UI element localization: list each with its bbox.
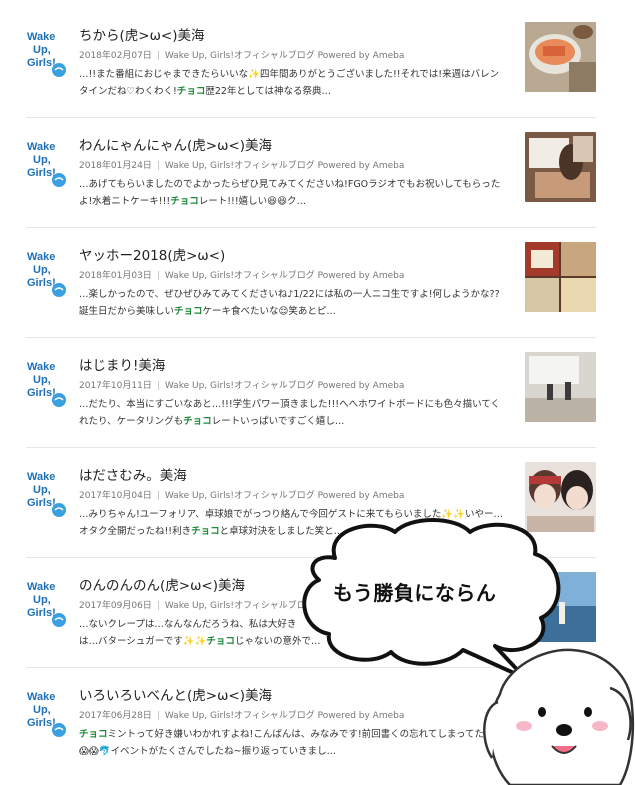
entry-title[interactable]: のんのんのん(虎>ω<)美海 — [79, 574, 245, 594]
svg-text:Girls!: Girls! — [27, 497, 56, 509]
svg-text:Wake: Wake — [27, 581, 55, 593]
svg-text:Up,: Up, — [33, 264, 51, 276]
entry-meta: 2018年01月03日 | Wake Up, Girls!オフィシャルブログ Pow… — [79, 271, 405, 281]
svg-text:Wake: Wake — [27, 691, 55, 703]
wug-logo-icon: Wake Up, Girls! — [26, 686, 70, 740]
entry-title[interactable]: ヤッホー2018(虎>ω<) — [79, 244, 225, 264]
svg-text:Girls!: Girls! — [27, 277, 56, 289]
wug-logo-icon: Wake Up, Girls! — [26, 136, 70, 190]
entry-thumbnail[interactable] — [525, 132, 596, 202]
entry-blog-name[interactable]: Wake Up, Girls!オフィシャルブログ Powered by Ameb… — [165, 51, 405, 61]
entry-blog-name[interactable]: Wake Up, Girls!オフィシャルブログ Powered by Ameb… — [165, 381, 405, 391]
entry-meta: 2018年02月07日 | Wake Up, Girls!オフィシャルブログ Pow… — [79, 51, 405, 61]
entry-title[interactable]: ちから(虎>ω<)美海 — [79, 24, 204, 44]
entry-thumbnail[interactable] — [525, 22, 596, 92]
svg-text:Girls!: Girls! — [27, 387, 56, 399]
wug-logo-icon: Wake Up, Girls! — [26, 246, 70, 300]
entry-blog-name[interactable]: Wake Up, Girls!オフィシャルブログ Powered by Ameb… — [165, 711, 405, 721]
speech-bubble-text: もう勝負にならん — [333, 581, 497, 605]
entry-title[interactable]: はじまり!美海 — [79, 354, 165, 374]
keyword-highlight: チョコ — [206, 636, 235, 647]
svg-text:Girls!: Girls! — [27, 717, 56, 729]
svg-text:Up,: Up, — [33, 484, 51, 496]
entry-blog-name[interactable]: Wake Up, Girls!オフィシャルブログ Powered by Ameb… — [165, 491, 405, 501]
svg-text:Girls!: Girls! — [27, 167, 56, 179]
keyword-highlight: チョコ — [79, 729, 108, 740]
svg-text:Wake: Wake — [27, 471, 55, 483]
entry-date: 2017年10月11日 — [79, 381, 152, 391]
svg-text:Up,: Up, — [33, 594, 51, 606]
svg-text:Up,: Up, — [33, 374, 51, 386]
entry-date: 2017年06月28日 — [79, 711, 152, 721]
keyword-highlight: チョコ — [191, 526, 220, 537]
entry-thumbnail[interactable] — [525, 352, 596, 422]
svg-text:Girls!: Girls! — [27, 57, 56, 69]
entry-card[interactable]: Wake Up, Girls! ヤッホー2018(虎>ω<) 2018年01月0… — [26, 228, 596, 338]
entry-thumbnail[interactable] — [525, 242, 596, 312]
entry-snippet: …だたり、本当にすごいなあと…!!!学生パワー頂きました!!!へへホワイトボード… — [79, 399, 500, 427]
svg-text:Wake: Wake — [27, 251, 55, 263]
entry-title[interactable]: いろいろいべんと(虎>ω<)美海 — [79, 684, 272, 704]
keyword-highlight: チョコ — [183, 416, 212, 427]
svg-text:Up,: Up, — [33, 44, 51, 56]
svg-text:Wake: Wake — [27, 31, 55, 43]
entry-snippet: チョコミントって好き嫌いわかれすよね!こんばんは、みなみです!前回書くの忘れてし… — [79, 729, 504, 757]
entry-meta: 2017年06月28日 | Wake Up, Girls!オフィシャルブログ Pow… — [79, 711, 405, 721]
wug-logo-icon: Wake Up, Girls! — [26, 26, 70, 80]
entry-blog-name[interactable]: Wake Up, Girls!オフィシャルブログ Powered by Ameb… — [165, 161, 405, 171]
keyword-highlight: チョコ — [174, 306, 203, 317]
entry-date: 2017年09月06日 — [79, 601, 152, 611]
svg-text:Up,: Up, — [33, 154, 51, 166]
wug-logo-icon: Wake Up, Girls! — [26, 356, 70, 410]
entry-date: 2018年01月24日 — [79, 161, 152, 171]
wug-logo-icon: Wake Up, Girls! — [26, 466, 70, 520]
keyword-highlight: チョコ — [176, 86, 206, 97]
entry-card[interactable]: Wake Up, Girls! はじまり!美海 2017年10月11日 | Wake… — [26, 338, 596, 448]
entry-date: 2018年01月03日 — [79, 271, 152, 281]
entry-card[interactable]: Wake Up, Girls! わんにゃんにゃん(虎>ω<)美海 2018年01… — [26, 118, 596, 228]
entry-date: 2018年02月07日 — [79, 51, 152, 61]
svg-text:Wake: Wake — [27, 361, 55, 373]
entry-snippet: …楽しかったので、ぜひぜひみてみてくださいね♪1/22には私の一人ニコ生ですよ!… — [79, 289, 500, 317]
entry-card[interactable]: Wake Up, Girls! ちから(虎>ω<)美海 2018年02月07日 |… — [26, 8, 596, 118]
entry-snippet: …!!また番組におじゃまできたらいいな✨四年間ありがとうございました!!それでは… — [79, 69, 500, 97]
wug-logo-icon: Wake Up, Girls! — [26, 576, 70, 630]
entry-meta: 2017年10月11日 | Wake Up, Girls!オフィシャルブログ Pow… — [79, 381, 405, 391]
svg-text:Wake: Wake — [27, 141, 55, 153]
white-dog-illustration — [480, 642, 635, 785]
entry-date: 2017年10月04日 — [79, 491, 152, 501]
entry-snippet: …あげてもらいましたのでよかったらぜひ見てみてくださいね!FGOラジオでもお祝い… — [79, 179, 501, 207]
entry-meta: 2017年10月04日 | Wake Up, Girls!オフィシャルブログ Pow… — [79, 491, 405, 501]
keyword-highlight: チョコ — [170, 196, 199, 207]
svg-text:Up,: Up, — [33, 704, 51, 716]
svg-text:Girls!: Girls! — [27, 607, 56, 619]
sparkle-icon: ✨ — [248, 69, 260, 80]
entry-title[interactable]: わんにゃんにゃん(虎>ω<)美海 — [79, 134, 272, 154]
entry-meta: 2018年01月24日 | Wake Up, Girls!オフィシャルブログ Pow… — [79, 161, 405, 171]
entry-blog-name[interactable]: Wake Up, Girls!オフィシャルブログ Powered by Ameb… — [165, 271, 405, 281]
entry-title[interactable]: はださむみ。美海 — [79, 464, 187, 484]
sparkle-icon: ✨✨ — [182, 636, 207, 647]
